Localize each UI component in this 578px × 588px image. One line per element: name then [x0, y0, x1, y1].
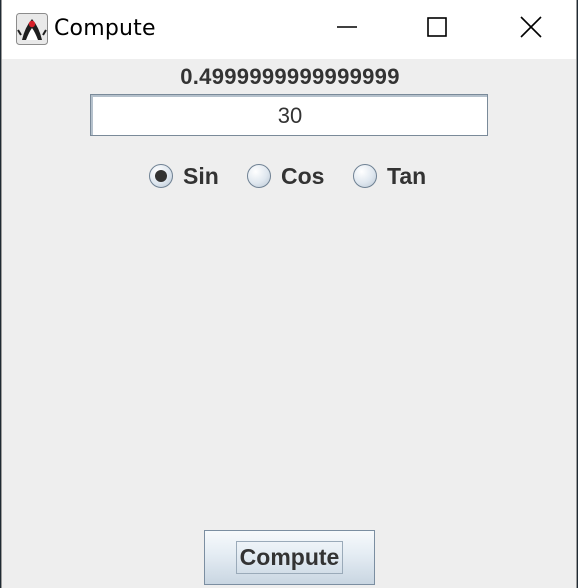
compute-window: Compute 0.4999999999999999 30 Sin Cos Ta…: [1, 0, 577, 588]
radio-tan[interactable]: Tan: [353, 158, 426, 194]
result-label: 0.4999999999999999: [180, 64, 400, 89]
radio-cos[interactable]: Cos: [247, 158, 324, 194]
java-duke-icon: [16, 13, 48, 45]
maximize-icon: [427, 17, 447, 42]
compute-button-label: Compute: [235, 541, 344, 574]
title-bar[interactable]: Compute: [2, 0, 576, 59]
radio-button-selected[interactable]: [149, 164, 173, 188]
radio-sin-label[interactable]: Sin: [183, 163, 219, 190]
function-radio-group: Sin Cos Tan: [2, 158, 578, 194]
radio-tan-label[interactable]: Tan: [387, 163, 426, 190]
compute-button[interactable]: Compute: [204, 530, 375, 585]
close-button[interactable]: [486, 0, 576, 59]
close-icon: [520, 16, 542, 43]
radio-cos-label[interactable]: Cos: [281, 163, 324, 190]
minimize-icon: [337, 17, 357, 42]
angle-input[interactable]: [91, 95, 487, 135]
minimize-button[interactable]: [302, 0, 392, 59]
radio-button[interactable]: [247, 164, 271, 188]
radio-sin[interactable]: Sin: [149, 158, 219, 194]
angle-input-field[interactable]: [90, 94, 488, 136]
window-title: Compute: [54, 16, 156, 41]
maximize-button[interactable]: [392, 0, 482, 59]
radio-dot: [155, 170, 167, 182]
radio-button[interactable]: [353, 164, 377, 188]
